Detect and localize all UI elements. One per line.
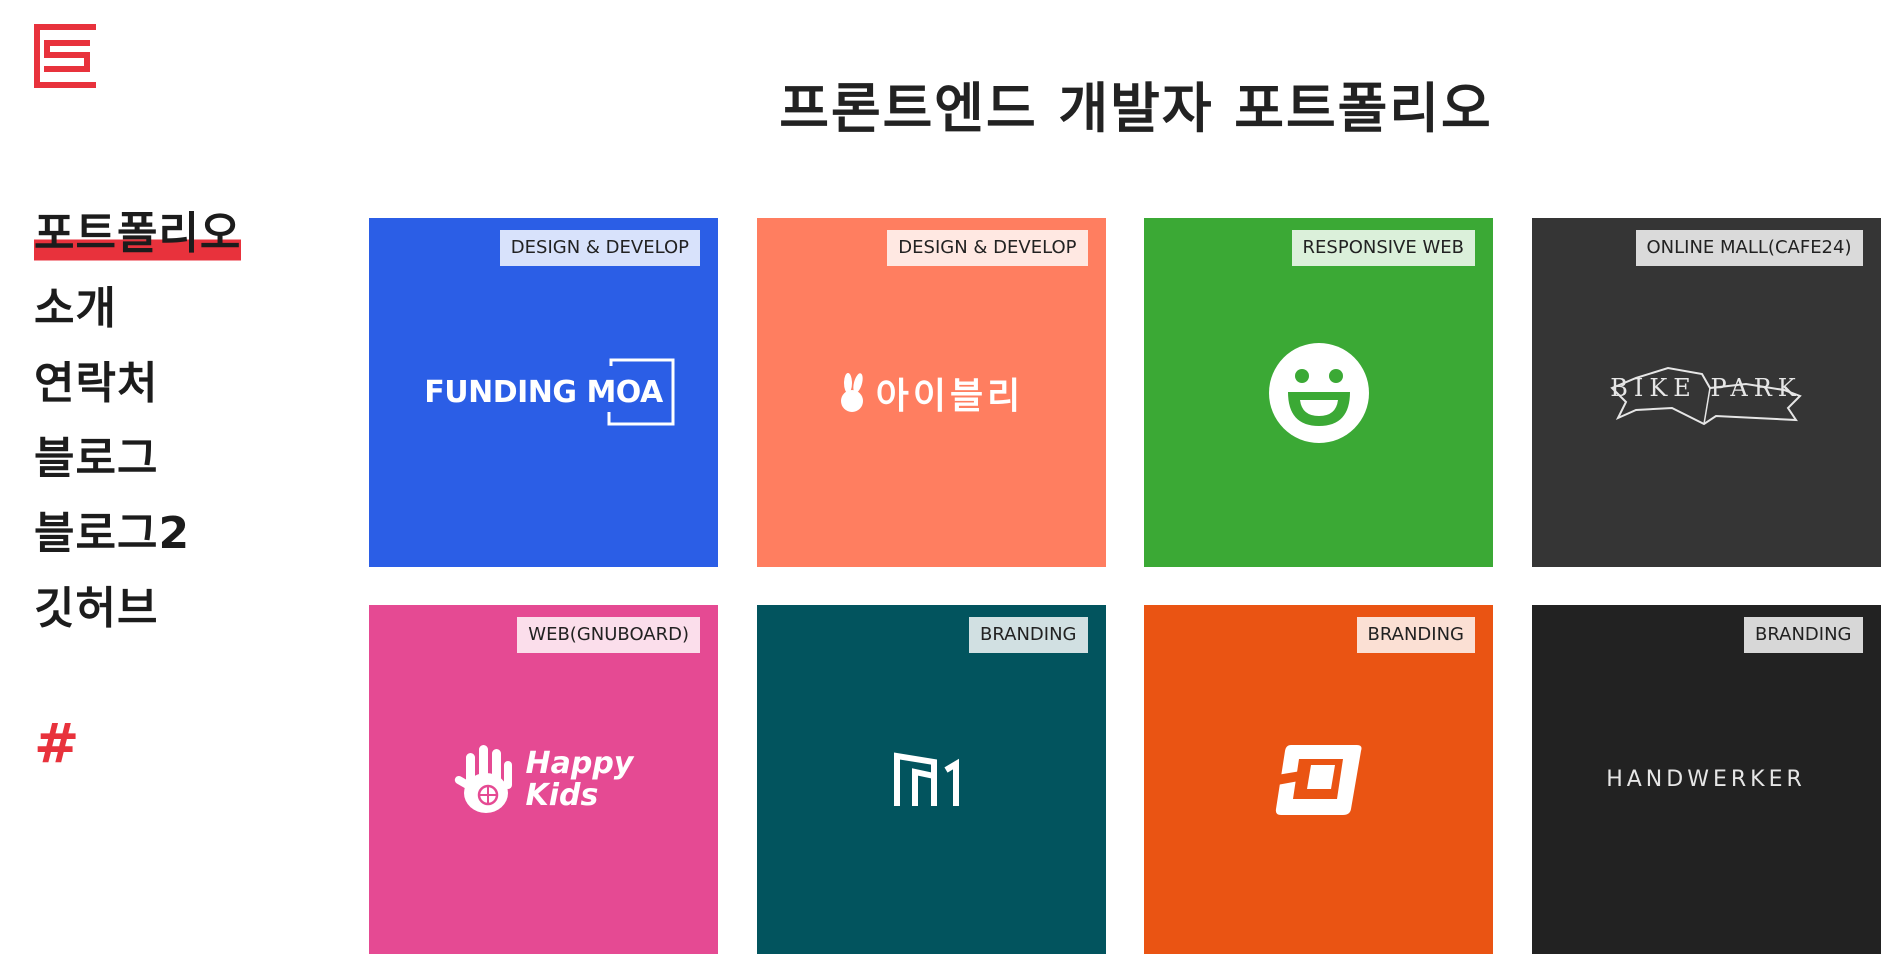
card-logo: 아이블리	[757, 218, 1106, 567]
card-logo	[1144, 605, 1493, 954]
frame-icon	[607, 358, 675, 426]
nav-item-about[interactable]: 소개	[34, 271, 117, 346]
portfolio-card-square[interactable]: BRANDING	[1144, 605, 1493, 954]
smiley-icon	[1268, 342, 1369, 443]
nav-item-blog[interactable]: 블로그	[34, 421, 158, 496]
nav-item-blog2[interactable]: 블로그2	[34, 496, 190, 571]
hand-icon	[454, 744, 512, 813]
brand-text: 아이블리	[875, 375, 1025, 417]
portfolio-card-ibly[interactable]: DESIGN & DEVELOP 아이블리	[756, 218, 1106, 567]
rabbit-icon	[840, 372, 863, 412]
portfolio-card-funding-moa[interactable]: DESIGN & DEVELOP FUNDING MOA	[369, 218, 718, 567]
card-logo: FUNDING MOA	[369, 218, 718, 567]
card-logo: HANDWERKER	[1532, 605, 1881, 954]
nav-item-portfolio[interactable]: 포트폴리오	[34, 196, 242, 271]
card-logo	[1144, 218, 1493, 567]
brand-text: HANDWERKER	[1606, 767, 1806, 792]
card-logo: Happy Kids	[369, 605, 718, 954]
nav-item-contact[interactable]: 연락처	[34, 346, 158, 421]
page-title: 프론트엔드 개발자 포트폴리오	[779, 77, 1493, 140]
portfolio-card-bike-park[interactable]: ONLINE MALL(CAFE24) BIKE PARK	[1531, 218, 1881, 567]
hash-icon[interactable]: #	[34, 712, 79, 775]
portfolio-card-m1[interactable]: BRANDING	[756, 605, 1106, 954]
m1-icon	[894, 751, 959, 806]
brand-text: BIKE PARK	[1610, 373, 1802, 402]
portfolio-card-responsive-web[interactable]: RESPONSIVE WEB	[1144, 218, 1493, 567]
portfolio-card-happy-kids[interactable]: WEB(GNUBOARD) Happy Kids	[369, 605, 718, 954]
side-nav: 포트폴리오 소개 연락처 블로그 블로그2 깃허브	[34, 196, 242, 646]
square-icon	[1275, 744, 1361, 815]
portfolio-grid: DESIGN & DEVELOP FUNDING MOA DESIGN & DE…	[369, 218, 1881, 954]
logo-icon[interactable]	[34, 24, 96, 88]
card-logo: BIKE PARK	[1532, 218, 1881, 567]
brand-text: Happy Kids	[525, 745, 634, 813]
card-logo	[757, 605, 1106, 954]
portfolio-card-handwerker[interactable]: BRANDING HANDWERKER	[1531, 605, 1881, 954]
nav-item-github[interactable]: 깃허브	[34, 571, 158, 646]
